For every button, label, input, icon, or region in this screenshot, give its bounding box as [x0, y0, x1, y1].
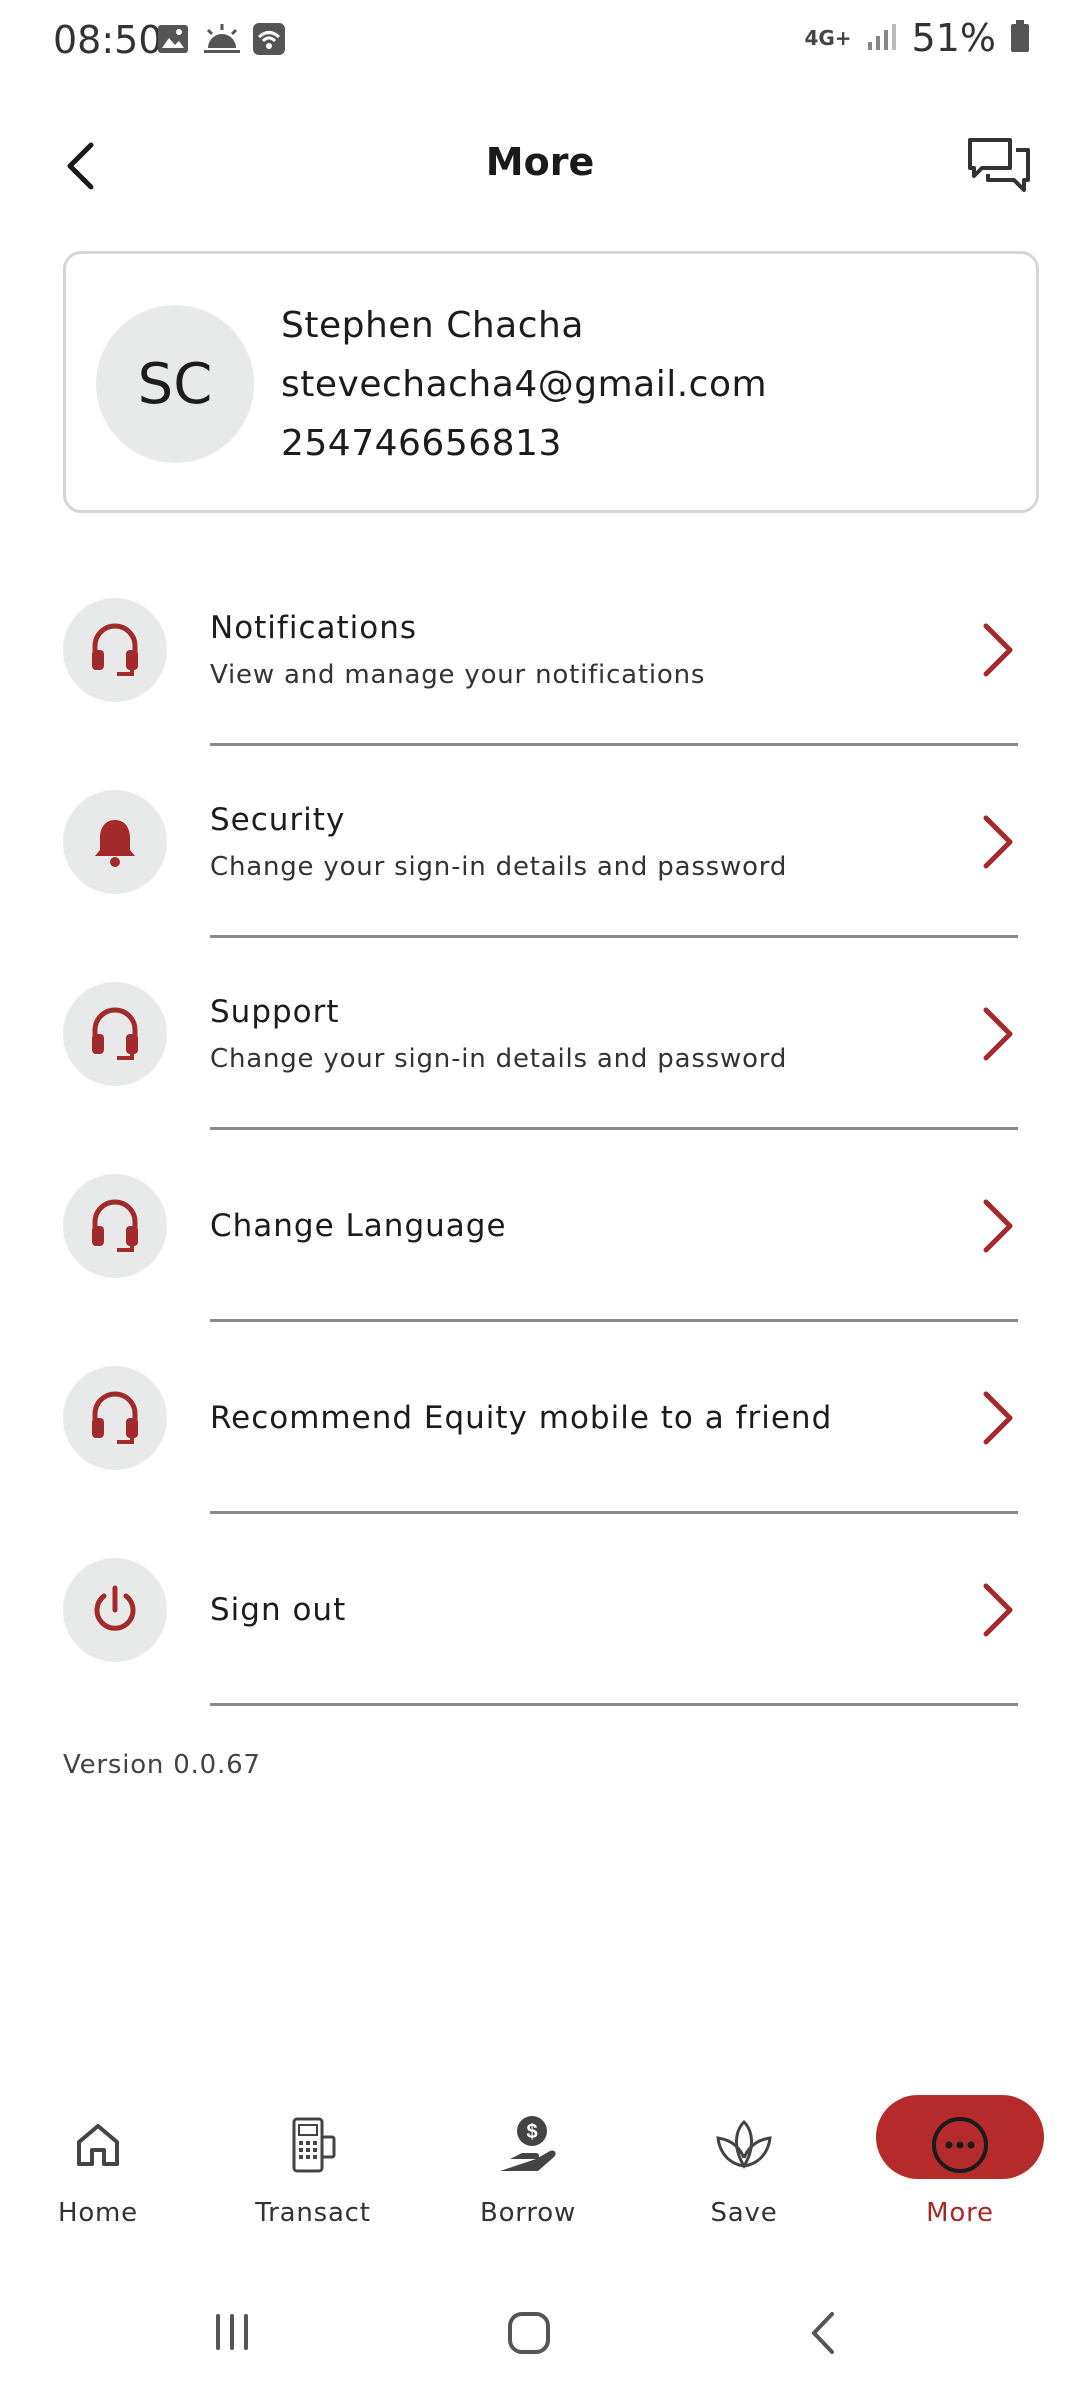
menu-text: Support Change your sign-in details and …	[210, 944, 787, 1124]
headset-icon	[63, 982, 167, 1086]
divider	[210, 1319, 1018, 1322]
chevron-right-icon	[983, 1199, 1013, 1253]
nav-label: More	[926, 2198, 994, 2228]
avatar-initials: SC	[137, 351, 213, 417]
menu-title: Notifications	[210, 610, 418, 646]
app-version: Version 0.0.67	[63, 1750, 261, 1780]
divider	[210, 1127, 1018, 1130]
status-bar: 08:50 4G+ 51%	[0, 0, 1080, 80]
profile-email: stevechacha4@gmail.com	[281, 364, 768, 405]
menu-title: Change Language	[210, 1208, 507, 1244]
more-dots-icon	[925, 2110, 995, 2180]
nav-borrow[interactable]: $ Borrow	[438, 2080, 618, 2240]
divider	[210, 1511, 1018, 1514]
power-icon	[63, 1558, 167, 1662]
money-hand-icon: $	[493, 2110, 563, 2180]
chat-icon	[968, 138, 1030, 192]
gallery-icon	[156, 22, 190, 60]
network-type: 4G+	[804, 26, 852, 50]
nav-label: Save	[710, 2198, 778, 2228]
divider	[210, 743, 1018, 746]
nav-label: Transact	[255, 2198, 371, 2228]
system-nav-bar	[0, 2290, 1080, 2390]
chevron-right-icon	[983, 1007, 1013, 1061]
menu-list: Notifications View and manage your notif…	[0, 560, 1080, 1712]
svg-text:$: $	[526, 2121, 537, 2143]
profile-card[interactable]: SC Stephen Chacha stevechacha4@gmail.com…	[63, 251, 1039, 513]
menu-title: Recommend Equity mobile to a friend	[210, 1400, 833, 1436]
divider	[210, 935, 1018, 938]
chevron-right-icon	[983, 815, 1013, 869]
nav-more[interactable]: More	[870, 2080, 1050, 2240]
bottom-nav: Home Transact $ Borrow Save More	[0, 2080, 1080, 2240]
recent-apps-button[interactable]	[210, 2310, 254, 2358]
profile-name: Stephen Chacha	[281, 305, 584, 346]
chat-button[interactable]	[966, 136, 1032, 196]
weather-icon	[202, 22, 242, 60]
headset-icon	[63, 598, 167, 702]
chevron-right-icon	[983, 623, 1013, 677]
home-system-button[interactable]	[506, 2310, 552, 2360]
menu-text: Recommend Equity mobile to a friend	[210, 1328, 832, 1508]
menu-text: Security Change your sign-in details and…	[210, 752, 787, 932]
status-time: 08:50	[53, 18, 163, 62]
battery-level: 51%	[911, 16, 996, 60]
menu-title: Support	[210, 994, 340, 1030]
chevron-right-icon	[983, 1391, 1013, 1445]
menu-subtitle: Change your sign-in details and password	[210, 1044, 788, 1074]
nav-home[interactable]: Home	[8, 2080, 188, 2240]
page-title: More	[485, 140, 595, 184]
recent-apps-icon	[216, 2314, 248, 2350]
bell-icon	[63, 790, 167, 894]
profile-info: Stephen Chacha stevechacha4@gmail.com 25…	[281, 296, 767, 473]
wifi-icon	[252, 22, 286, 60]
menu-item-notifications[interactable]: Notifications View and manage your notif…	[0, 560, 1080, 752]
menu-item-change-language[interactable]: Change Language	[0, 1136, 1080, 1328]
nav-label: Home	[58, 2198, 138, 2228]
menu-item-support[interactable]: Support Change your sign-in details and …	[0, 944, 1080, 1136]
menu-text: Sign out	[210, 1520, 346, 1700]
pos-terminal-icon	[278, 2110, 348, 2180]
menu-item-recommend[interactable]: Recommend Equity mobile to a friend	[0, 1328, 1080, 1520]
system-back-button[interactable]	[808, 2310, 838, 2360]
signal-icon	[866, 20, 898, 56]
menu-title: Security	[210, 802, 346, 838]
nav-transact[interactable]: Transact	[223, 2080, 403, 2240]
menu-text: Notifications View and manage your notif…	[210, 560, 705, 740]
avatar: SC	[96, 305, 254, 463]
menu-title: Sign out	[210, 1592, 347, 1628]
back-arrow-icon	[812, 2312, 834, 2354]
status-right: 4G+ 51%	[804, 16, 1030, 60]
divider	[210, 1703, 1018, 1706]
menu-item-security[interactable]: Security Change your sign-in details and…	[0, 752, 1080, 944]
menu-subtitle: Change your sign-in details and password	[210, 852, 788, 882]
battery-icon	[1010, 19, 1030, 57]
menu-subtitle: View and manage your notifications	[210, 660, 706, 690]
home-square-icon	[508, 2312, 550, 2354]
more-screen: 08:50 4G+ 51% More SC Stephen Chacha ste…	[0, 0, 1080, 2400]
plant-icon	[709, 2110, 779, 2180]
nav-save[interactable]: Save	[654, 2080, 834, 2240]
menu-text: Change Language	[210, 1136, 507, 1316]
profile-phone: 254746656813	[281, 423, 562, 464]
headset-icon	[63, 1174, 167, 1278]
header: More	[0, 110, 1080, 220]
nav-label: Borrow	[479, 2198, 577, 2228]
chevron-right-icon	[983, 1583, 1013, 1637]
home-icon	[63, 2110, 133, 2180]
menu-item-sign-out[interactable]: Sign out	[0, 1520, 1080, 1712]
headset-icon	[63, 1366, 167, 1470]
